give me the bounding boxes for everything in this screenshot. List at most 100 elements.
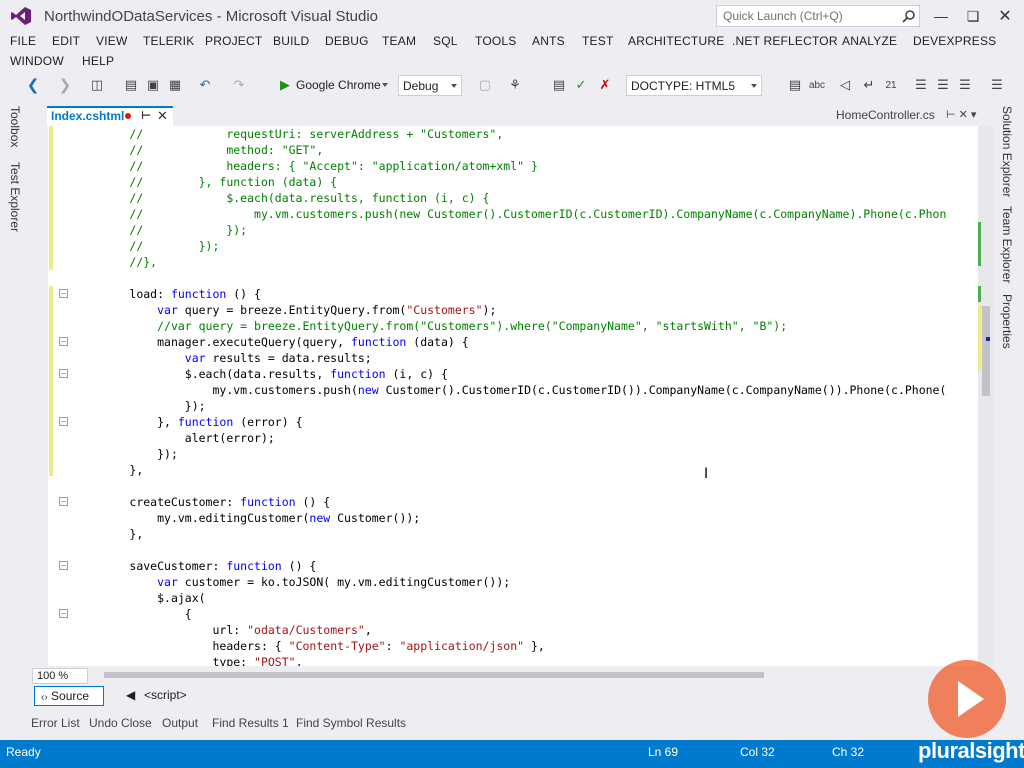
code-line[interactable]: // }, function (data) { (74, 174, 337, 190)
code-line[interactable]: }); (74, 446, 178, 462)
bookmark-icon[interactable]: ◁ (836, 76, 854, 94)
menu-sql[interactable]: SQL (433, 34, 458, 48)
return-icon[interactable]: ↵ (860, 76, 878, 94)
minimize-button[interactable]: — (930, 6, 952, 26)
script-breadcrumb[interactable]: <script> (138, 686, 193, 704)
code-line[interactable]: var customer = ko.toJSON( my.vm.editingC… (74, 574, 510, 590)
format-document-icon[interactable]: ▤ (786, 76, 804, 94)
code-line[interactable]: manager.executeQuery(query, function (da… (74, 334, 469, 350)
menu-file[interactable]: FILE (10, 34, 36, 48)
redo-icon[interactable]: ↷ (230, 76, 248, 94)
outline-icon[interactable]: ☰ (934, 76, 952, 94)
tab-index-cshtml[interactable]: Index.cshtml ⊢ ✕ (47, 106, 173, 126)
configuration-select[interactable]: Debug (398, 75, 462, 96)
horizontal-scroll-thumb[interactable] (104, 672, 764, 678)
code-line[interactable]: my.vm.editingCustomer(new Customer()); (74, 510, 420, 526)
code-line[interactable]: // }); (74, 238, 219, 254)
menu-edit[interactable]: EDIT (52, 34, 80, 48)
back-icon[interactable]: ❮ (24, 76, 42, 94)
fold-toggle-icon[interactable]: − (59, 561, 68, 570)
team-explorer-tab[interactable]: Team Explorer (1000, 206, 1014, 283)
code-line[interactable]: var results = data.results; (74, 350, 372, 366)
code-line[interactable]: headers: { "Content-Type": "application/… (74, 638, 544, 654)
search-icon[interactable] (902, 9, 916, 23)
menu-net-reflector[interactable]: .NET REFLECTOR (732, 34, 838, 48)
tab-find-results-1[interactable]: Find Results 1 (212, 716, 289, 730)
cancel-check-icon[interactable]: ✗ (596, 76, 614, 94)
save-icon[interactable]: ▣ (144, 76, 162, 94)
code-line[interactable]: { (74, 606, 192, 622)
pin-icon[interactable]: ⊢ (141, 109, 151, 122)
menu-test[interactable]: TEST (582, 34, 613, 48)
open-file-icon[interactable]: ▤ (122, 76, 140, 94)
code-line[interactable]: alert(error); (74, 430, 275, 446)
new-project-icon[interactable]: ◫ (88, 76, 106, 94)
code-line[interactable]: url: "odata/Customers", (74, 622, 371, 638)
align-icon[interactable]: ☰ (988, 76, 1006, 94)
doctype-select[interactable]: DOCTYPE: HTML5 (626, 75, 762, 96)
tab-overflow-icons[interactable]: ⊢ ✕ ▾ (946, 108, 976, 121)
menu-team[interactable]: TEAM (382, 34, 416, 48)
counter-icon[interactable]: 21 (882, 76, 900, 94)
code-line[interactable]: createCustomer: function () { (74, 494, 330, 510)
test-explorer-tab[interactable]: Test Explorer (8, 162, 22, 232)
save-all-icon[interactable]: ▦ (166, 76, 184, 94)
menu-window[interactable]: WINDOW (10, 54, 64, 68)
code-line[interactable]: }); (74, 398, 206, 414)
zoom-select[interactable]: 100 % (32, 668, 88, 684)
code-line[interactable]: saveCustomer: function () { (74, 558, 316, 574)
fold-toggle-icon[interactable]: − (59, 337, 68, 346)
menu-telerik[interactable]: TELERIK (143, 34, 194, 48)
menu-project[interactable]: PROJECT (205, 34, 262, 48)
forward-icon[interactable]: ❯ (56, 76, 74, 94)
spell-check-icon[interactable]: abc (808, 76, 826, 94)
code-line[interactable]: load: function () { (74, 286, 261, 302)
close-window-button[interactable]: ✕ (994, 6, 1016, 26)
code-line[interactable]: // my.vm.customers.push(new Customer().C… (74, 206, 946, 222)
code-line[interactable]: var query = breeze.EntityQuery.from("Cus… (74, 302, 496, 318)
code-line[interactable]: type: "POST", (74, 654, 302, 666)
code-line[interactable]: // requestUri: serverAddress + "Customer… (74, 126, 503, 142)
fold-toggle-icon[interactable]: − (59, 289, 68, 298)
fold-toggle-icon[interactable]: − (59, 369, 68, 378)
maximize-button[interactable]: ❏ (962, 6, 984, 26)
code-line[interactable]: }, (74, 462, 143, 478)
solution-explorer-tab[interactable]: Solution Explorer (1000, 106, 1014, 197)
tab-output[interactable]: Output (162, 716, 198, 730)
menu-tools[interactable]: TOOLS (475, 34, 516, 48)
code-line[interactable]: }, (74, 526, 143, 542)
tab-find-symbol-results[interactable]: Find Symbol Results (296, 716, 406, 730)
horizontal-scrollbar[interactable] (94, 670, 978, 680)
code-line[interactable]: $.ajax( (74, 590, 205, 606)
quick-launch-input[interactable]: Quick Launch (Ctrl+Q) (716, 5, 920, 27)
menu-architecture[interactable]: ARCHITECTURE (628, 34, 724, 48)
collapse-arrow-icon[interactable]: ◀ (126, 688, 135, 702)
code-line[interactable]: my.vm.customers.push(new Customer().Cust… (74, 382, 946, 398)
fold-toggle-icon[interactable]: − (59, 497, 68, 506)
properties-tab[interactable]: Properties (1000, 294, 1014, 349)
tab-homecontroller[interactable]: HomeController.cs (836, 108, 935, 122)
collapse-icon[interactable]: ☰ (912, 76, 930, 94)
toolbox-tab[interactable]: Toolbox (8, 106, 22, 147)
browser-select[interactable]: Google Chrome (292, 75, 392, 96)
source-view-button[interactable]: ‹› Source (34, 686, 104, 706)
menu-debug[interactable]: DEBUG (325, 34, 369, 48)
vertical-scroll-thumb[interactable] (982, 306, 990, 396)
attach-icon[interactable]: ▢ (476, 76, 494, 94)
code-line[interactable]: //}, (74, 254, 157, 270)
code-line[interactable]: //var query = breeze.EntityQuery.from("C… (74, 318, 787, 334)
menu-help[interactable]: HELP (82, 54, 114, 68)
menu-devexpress[interactable]: DEVEXPRESS (913, 34, 996, 48)
undo-icon[interactable]: ↶ (196, 76, 214, 94)
menu-view[interactable]: VIEW (96, 34, 127, 48)
code-text-area[interactable]: // requestUri: serverAddress + "Customer… (56, 126, 978, 666)
tab-error-list[interactable]: Error List (31, 716, 80, 730)
code-line[interactable]: // $.each(data.results, function (i, c) … (74, 190, 489, 206)
menu-ants[interactable]: ANTS (532, 34, 565, 48)
code-line[interactable]: // headers: { "Accept": "application/ato… (74, 158, 538, 174)
fold-toggle-icon[interactable]: − (59, 417, 68, 426)
check-icon[interactable]: ✓ (572, 76, 590, 94)
menu-build[interactable]: BUILD (273, 34, 309, 48)
document-icon[interactable]: ▤ (550, 76, 568, 94)
comment-icon[interactable]: ☰ (956, 76, 974, 94)
